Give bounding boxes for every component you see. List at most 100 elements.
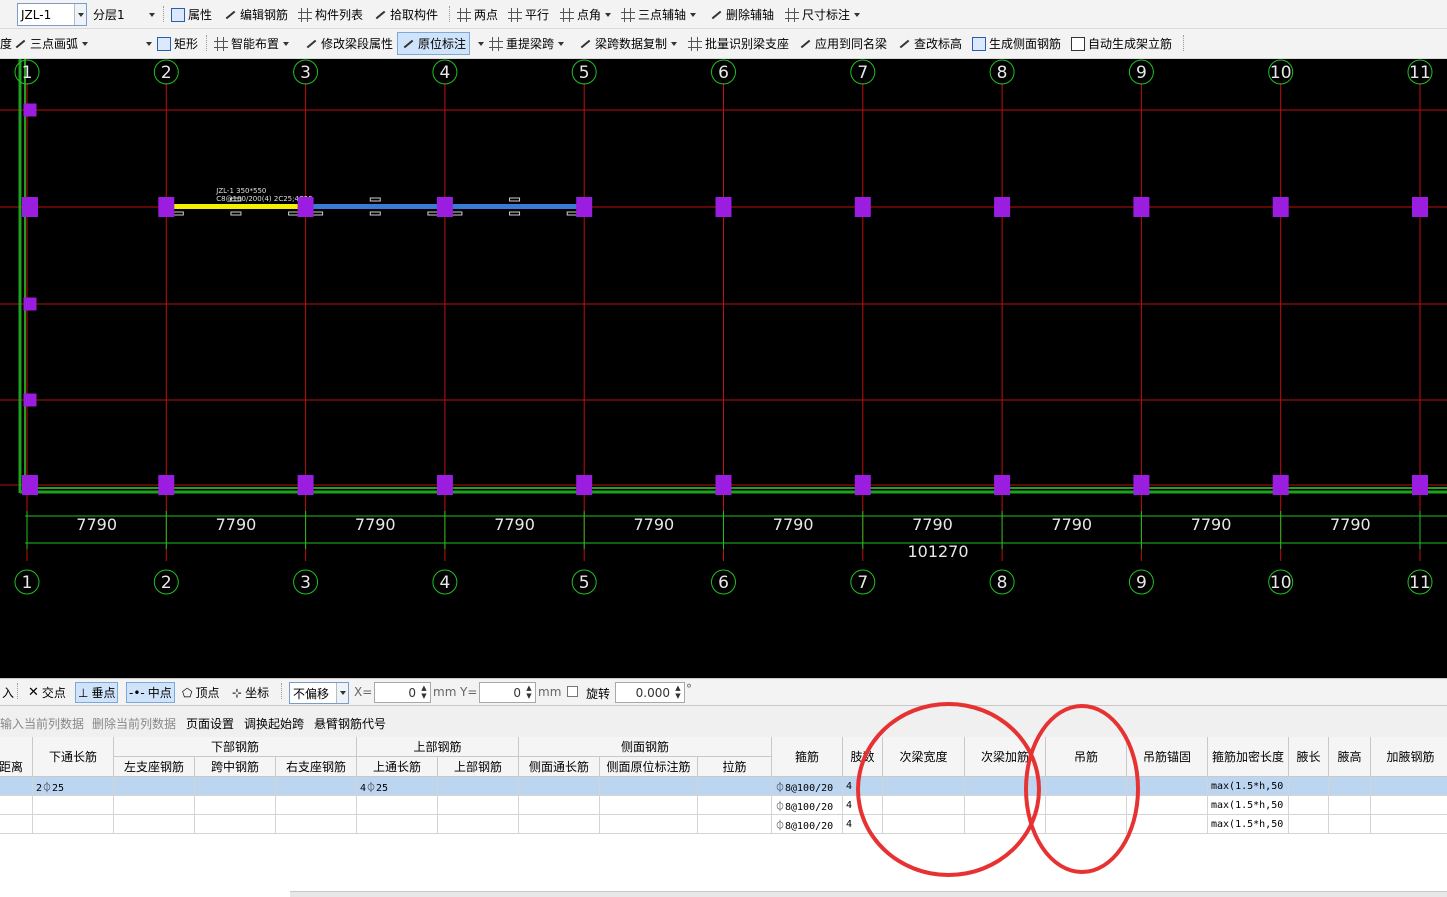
table-cell[interactable] bbox=[519, 815, 600, 834]
arc-select[interactable]: 三点画弧 bbox=[13, 32, 89, 55]
gen-side-rebar-button[interactable]: 生成侧面钢筋 bbox=[972, 32, 1061, 55]
rotate-input[interactable]: 0.000 ▲ ▼ bbox=[615, 682, 685, 703]
header-hanger-anchor[interactable]: 吊筋锚固 bbox=[1127, 737, 1208, 777]
header-top-long[interactable]: 上通长筋 bbox=[357, 757, 438, 777]
table-cell[interactable] bbox=[1329, 815, 1371, 834]
table-cell[interactable] bbox=[438, 796, 519, 815]
header-haunch-length[interactable]: 腋长 bbox=[1289, 737, 1329, 777]
auto-erection-rebar-button[interactable]: 自动生成架立筋 bbox=[1071, 32, 1172, 55]
snap-input-fragment[interactable]: 入 bbox=[0, 682, 16, 703]
pick-component-button[interactable]: 拾取构件 bbox=[373, 3, 438, 26]
batch-identify-support-button[interactable]: 批量识别梁支座 bbox=[688, 32, 789, 55]
check-elevation-button[interactable]: 查改标高 bbox=[897, 32, 962, 55]
table-cell[interactable]: max(1.5*h,50 bbox=[1208, 796, 1289, 815]
header-bottom-long[interactable]: 下通长筋 bbox=[33, 737, 114, 777]
element-select-dropdown-icon[interactable] bbox=[74, 4, 86, 25]
table-cell[interactable] bbox=[114, 815, 195, 834]
table-cell[interactable] bbox=[883, 815, 965, 834]
table-cell[interactable] bbox=[698, 777, 772, 796]
table-cell[interactable] bbox=[438, 777, 519, 796]
table-cell[interactable]: 4 bbox=[843, 796, 883, 815]
header-right-support[interactable]: 右支座钢筋 bbox=[276, 757, 357, 777]
header-distance[interactable]: 距离 bbox=[0, 737, 33, 777]
table-cell[interactable] bbox=[1371, 777, 1447, 796]
table-cell[interactable]: ⏀8@100/20 bbox=[772, 815, 843, 834]
x-input[interactable]: 0 ▲ ▼ bbox=[374, 682, 431, 703]
header-secondary-width[interactable]: 次梁宽度 bbox=[883, 737, 965, 777]
two-point-button[interactable]: 两点 bbox=[457, 3, 498, 26]
floor-select[interactable]: 分层1 bbox=[89, 3, 159, 26]
parallel-button[interactable]: 平行 bbox=[508, 3, 549, 26]
snap-vertex-button[interactable]: ⬠ 顶点 bbox=[180, 682, 221, 703]
header-hanger[interactable]: 吊筋 bbox=[1046, 737, 1127, 777]
table-cell[interactable] bbox=[0, 777, 33, 796]
blank-dropdown[interactable] bbox=[142, 32, 152, 55]
table-cell[interactable] bbox=[438, 815, 519, 834]
table-cell[interactable] bbox=[600, 777, 698, 796]
header-left-support[interactable]: 左支座钢筋 bbox=[114, 757, 195, 777]
table-cell[interactable] bbox=[0, 796, 33, 815]
header-tie-bar[interactable]: 拉筋 bbox=[698, 757, 772, 777]
header-dense-length[interactable]: 箍筋加密长度 bbox=[1208, 737, 1289, 777]
table-cell[interactable] bbox=[1127, 815, 1208, 834]
header-side-rebar[interactable]: 侧面钢筋 bbox=[519, 737, 772, 757]
header-haunch-height[interactable]: 腋高 bbox=[1329, 737, 1371, 777]
snap-intersection-button[interactable]: ✕ 交点 bbox=[26, 682, 68, 703]
table-cell[interactable]: 4⏀25 bbox=[357, 777, 438, 796]
input-column-data-button[interactable]: 输入当前列数据 bbox=[0, 715, 84, 732]
rotate-checkbox[interactable] bbox=[567, 686, 578, 697]
table-cell[interactable] bbox=[1289, 777, 1329, 796]
table-cell[interactable] bbox=[600, 815, 698, 834]
page-setup-button[interactable]: 页面设置 bbox=[186, 715, 234, 732]
offset-select-dropdown-icon[interactable] bbox=[336, 683, 348, 703]
y-spinner-icon[interactable]: ▲ ▼ bbox=[524, 684, 534, 701]
snap-coordinate-button[interactable]: ⊹ 坐标 bbox=[230, 682, 271, 703]
table-cell[interactable] bbox=[883, 777, 965, 796]
table-cell[interactable]: max(1.5*h,50 bbox=[1208, 777, 1289, 796]
table-cell[interactable] bbox=[276, 796, 357, 815]
three-point-axis-button[interactable]: 三点辅轴 bbox=[621, 3, 697, 26]
drawing-canvas[interactable]: JZL-1 350*550 C8@100/200(4) 2C25;4C25 1 2 3 4… bbox=[0, 59, 1447, 678]
table-cell[interactable] bbox=[276, 815, 357, 834]
table-cell[interactable] bbox=[600, 796, 698, 815]
table-cell[interactable] bbox=[1046, 815, 1127, 834]
table-cell[interactable] bbox=[698, 815, 772, 834]
header-legs[interactable]: 肢数 bbox=[843, 737, 883, 777]
properties-button[interactable]: 属性 bbox=[171, 3, 212, 26]
table-cell[interactable] bbox=[33, 796, 114, 815]
table-cell[interactable] bbox=[1329, 777, 1371, 796]
rectangle-button[interactable]: 矩形 bbox=[157, 32, 198, 55]
cad-drawing[interactable]: JZL-1 350*550C8@100/200(4) 2C25;4C251 2 3 4… bbox=[0, 59, 1447, 678]
table-cell[interactable] bbox=[357, 796, 438, 815]
re-span-button[interactable]: 重提梁跨 bbox=[489, 32, 565, 55]
in-situ-annotation-button[interactable]: 原位标注 bbox=[397, 32, 471, 55]
span-data-copy-button[interactable]: 梁跨数据复制 bbox=[578, 32, 678, 55]
table-cell[interactable] bbox=[1046, 796, 1127, 815]
snap-perpendicular-button[interactable]: ⊥ 垂点 bbox=[75, 682, 119, 703]
header-top-part[interactable]: 上部钢筋 bbox=[438, 757, 519, 777]
table-cell[interactable]: ⏀8@100/20 bbox=[772, 796, 843, 815]
table-cell[interactable]: ⏀8@100/20 bbox=[772, 777, 843, 796]
header-side-long[interactable]: 侧面通长筋 bbox=[519, 757, 600, 777]
span-data-copy-dropdown-icon[interactable] bbox=[671, 41, 678, 46]
offset-select[interactable]: 不偏移 bbox=[289, 682, 349, 704]
floor-select-dropdown-icon[interactable] bbox=[146, 4, 158, 25]
in-situ-dropdown-icon[interactable] bbox=[478, 41, 484, 46]
component-list-button[interactable]: 构件列表 bbox=[298, 3, 363, 26]
table-cell[interactable] bbox=[1127, 796, 1208, 815]
table-cell[interactable] bbox=[1371, 796, 1447, 815]
table-cell[interactable] bbox=[519, 777, 600, 796]
dimension-button[interactable]: 尺寸标注 bbox=[785, 3, 861, 26]
table-cell[interactable] bbox=[965, 777, 1046, 796]
table-cell[interactable]: 4 bbox=[843, 815, 883, 834]
table-cell[interactable] bbox=[195, 815, 276, 834]
three-point-axis-dropdown-icon[interactable] bbox=[690, 12, 697, 17]
table-cell[interactable] bbox=[357, 815, 438, 834]
table-cell[interactable] bbox=[883, 796, 965, 815]
rotate-spinner-icon[interactable]: ▲ ▼ bbox=[673, 684, 683, 701]
modify-span-props-button[interactable]: 修改梁段属性 bbox=[304, 32, 393, 55]
header-stirrup[interactable]: 箍筋 bbox=[772, 737, 843, 777]
table-cell[interactable] bbox=[276, 777, 357, 796]
header-top-rebar[interactable]: 上部钢筋 bbox=[357, 737, 519, 757]
table-cell[interactable]: 2⏀25 bbox=[33, 777, 114, 796]
